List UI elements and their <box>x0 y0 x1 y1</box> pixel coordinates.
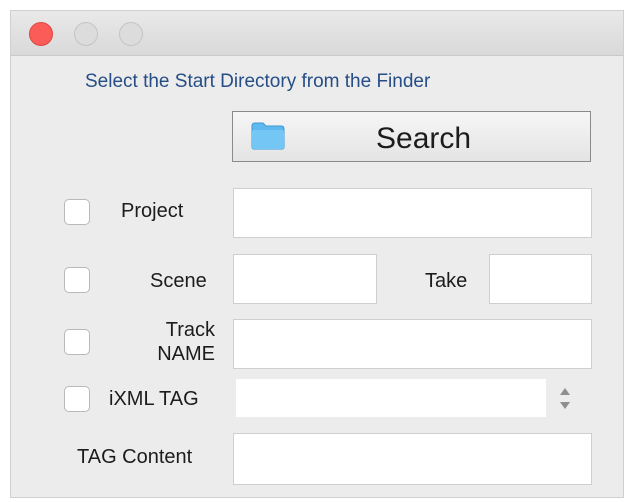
take-label: Take <box>425 270 468 292</box>
ixml-tag-combobox[interactable] <box>236 379 546 417</box>
project-input[interactable] <box>234 189 591 237</box>
ixml-tag-stepper[interactable] <box>556 383 574 415</box>
app-window: Select the Start Directory from the Find… <box>10 10 624 498</box>
instruction-text: Select the Start Directory from the Find… <box>85 71 431 92</box>
ixml-tag-label: iXML TAG <box>109 388 199 410</box>
search-button-label: Search <box>376 122 472 155</box>
track-name-label-line1: Track <box>165 319 215 341</box>
project-label: Project <box>121 200 184 222</box>
up-down-arrows-icon <box>560 388 570 409</box>
scene-label: Scene <box>150 270 207 292</box>
folder-icon <box>251 122 285 155</box>
title-bar <box>11 11 623 56</box>
scene-input[interactable] <box>234 255 376 303</box>
track-name-checkbox[interactable] <box>64 329 90 355</box>
scene-checkbox[interactable] <box>64 267 90 293</box>
project-checkbox[interactable] <box>64 199 90 225</box>
minimize-window-button[interactable] <box>74 22 98 46</box>
take-input[interactable] <box>490 255 591 303</box>
tag-content-input[interactable] <box>234 434 591 484</box>
track-name-label-line2: NAME <box>157 343 215 365</box>
track-name-input[interactable] <box>234 320 591 368</box>
search-button[interactable]: Search <box>232 111 591 162</box>
tag-content-field[interactable] <box>233 433 592 485</box>
project-field[interactable] <box>233 188 592 238</box>
close-window-button[interactable] <box>29 22 53 46</box>
ixml-tag-checkbox[interactable] <box>64 386 90 412</box>
track-name-label: Track NAME <box>135 318 215 366</box>
ixml-tag-input[interactable] <box>236 379 546 417</box>
take-field[interactable] <box>489 254 592 304</box>
scene-field[interactable] <box>233 254 377 304</box>
track-name-field[interactable] <box>233 319 592 369</box>
tag-content-label: TAG Content <box>77 446 193 468</box>
zoom-window-button[interactable] <box>119 22 143 46</box>
